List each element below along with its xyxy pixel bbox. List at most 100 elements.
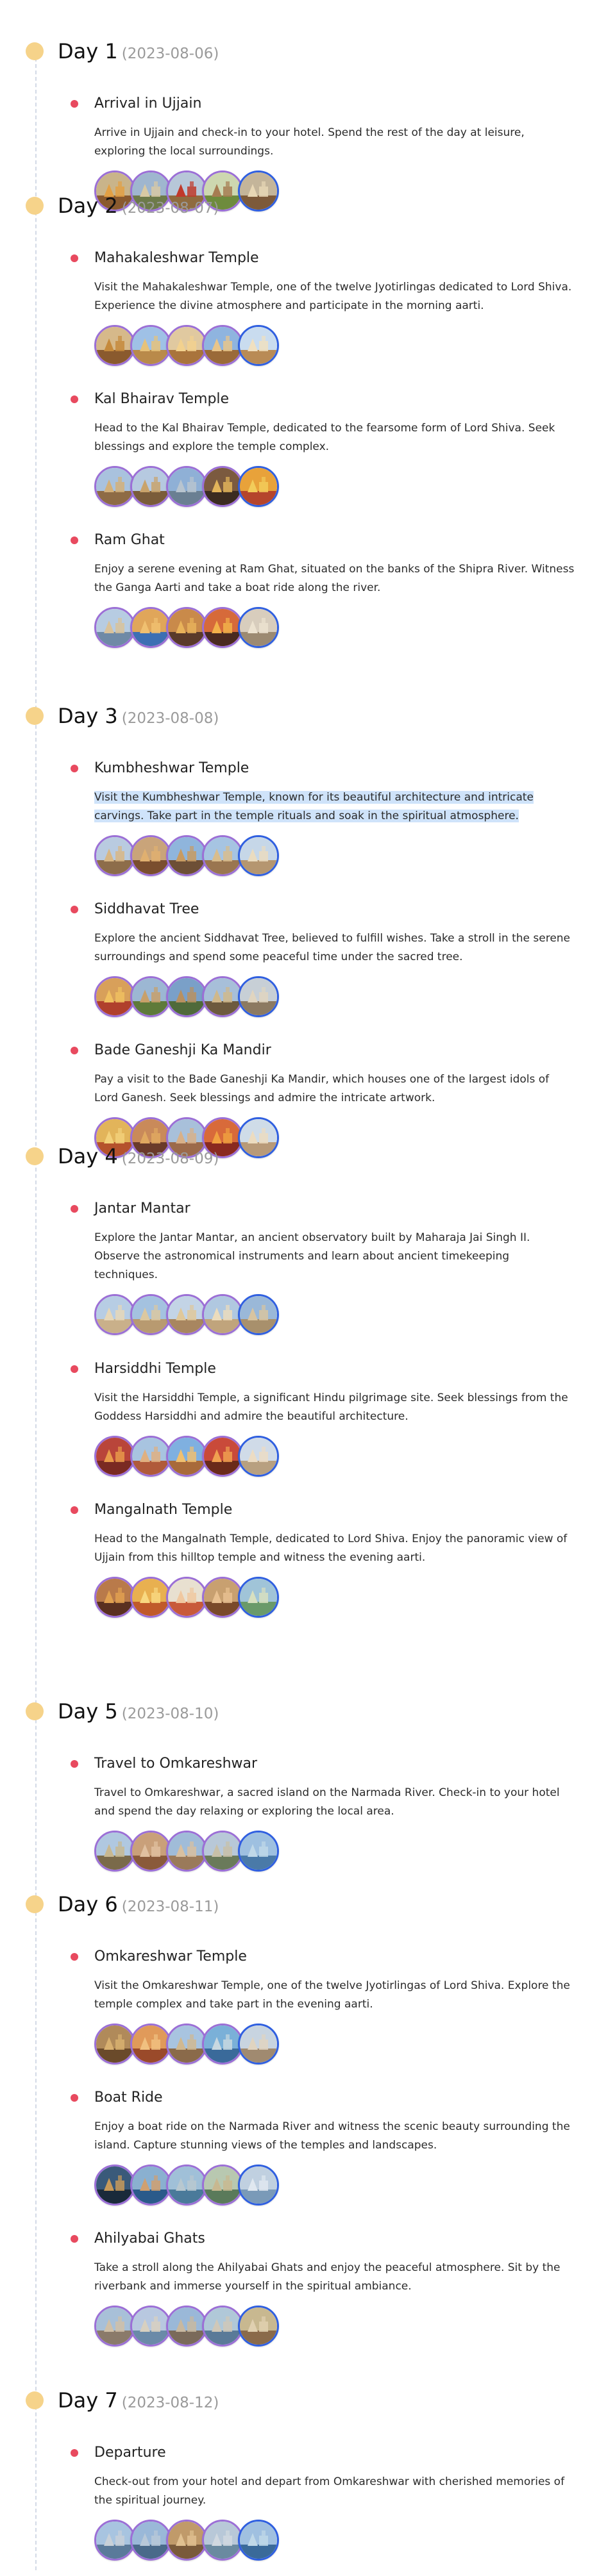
photo-thumbnail[interactable]: [130, 2023, 171, 2065]
photo-thumbnail[interactable]: [238, 835, 279, 876]
photo-thumbnail[interactable]: [94, 466, 135, 507]
activity-description: Visit the Mahakaleshwar Temple, one of t…: [94, 278, 575, 315]
photo-thumbnail[interactable]: [202, 835, 243, 876]
photo-thumbnail[interactable]: [202, 1294, 243, 1335]
photo-thumbnail[interactable]: [202, 1577, 243, 1618]
photo-thumbnail[interactable]: [94, 2023, 135, 2065]
photo-thumbnail[interactable]: [94, 2165, 135, 2206]
photo-thumbnail[interactable]: [202, 607, 243, 648]
activity-title: Siddhavat Tree: [94, 901, 199, 917]
photo-gallery: [94, 2520, 351, 2563]
photo-thumbnail[interactable]: [94, 1294, 135, 1335]
photo-thumbnail[interactable]: [166, 976, 207, 1017]
photo-thumbnail[interactable]: [238, 2165, 279, 2206]
activity-title: Mahakaleshwar Temple: [94, 250, 259, 266]
photo-thumbnail[interactable]: [238, 976, 279, 1017]
photo-thumbnail[interactable]: [166, 2520, 207, 2561]
photo-thumbnail[interactable]: [94, 607, 135, 648]
day-marker-dot: [26, 1895, 44, 1913]
day-header: Day 7 (2023-08-12): [58, 2384, 219, 2416]
photo-thumbnail[interactable]: [130, 325, 171, 366]
photo-thumbnail[interactable]: [238, 1117, 279, 1158]
activity-description: Explore the Jantar Mantar, an ancient ob…: [94, 1229, 575, 1284]
photo-thumbnail[interactable]: [166, 1436, 207, 1477]
photo-thumbnail[interactable]: [238, 1831, 279, 1872]
activity-description-text: Pay a visit to the Bade Ganeshji Ka Mand…: [94, 1073, 550, 1104]
activity-marker-dot: [71, 2235, 78, 2243]
itinerary-timeline: Day 1 (2023-08-06) Arrival in Ujjain Arrive…: [0, 0, 599, 2576]
photo-thumbnail[interactable]: [94, 976, 135, 1017]
photo-thumbnail[interactable]: [130, 835, 171, 876]
photo-thumbnail[interactable]: [94, 1577, 135, 1618]
photo-thumbnail[interactable]: [238, 170, 279, 212]
photo-thumbnail[interactable]: [238, 1436, 279, 1477]
photo-thumbnail[interactable]: [202, 1436, 243, 1477]
activity-title: Arrival in Ujjain: [94, 96, 202, 112]
photo-thumbnail[interactable]: [130, 2520, 171, 2561]
photo-thumbnail[interactable]: [94, 325, 135, 366]
photo-thumbnail[interactable]: [202, 2165, 243, 2206]
photo-thumbnail[interactable]: [94, 2520, 135, 2561]
activity-marker-dot: [71, 2094, 78, 2102]
photo-thumbnail[interactable]: [202, 325, 243, 366]
photo-thumbnail[interactable]: [202, 976, 243, 1017]
activity-description: Enjoy a boat ride on the Narmada River a…: [94, 2118, 575, 2155]
photo-thumbnail[interactable]: [238, 607, 279, 648]
day-marker-dot: [26, 1147, 44, 1165]
photo-thumbnail[interactable]: [238, 2023, 279, 2065]
photo-thumbnail[interactable]: [166, 2306, 207, 2347]
photo-thumbnail[interactable]: [166, 1831, 207, 1872]
photo-thumbnail[interactable]: [238, 2520, 279, 2561]
photo-thumbnail[interactable]: [130, 2306, 171, 2347]
activity-marker-dot: [71, 2449, 78, 2457]
photo-thumbnail[interactable]: [166, 1577, 207, 1618]
photo-thumbnail[interactable]: [202, 2520, 243, 2561]
photo-thumbnail[interactable]: [94, 835, 135, 876]
day-header: Day 2 (2023-08-07): [58, 190, 219, 222]
day-marker-dot: [26, 707, 44, 725]
photo-thumbnail[interactable]: [238, 1294, 279, 1335]
day-title: Day 4: [58, 1144, 118, 1168]
photo-thumbnail[interactable]: [166, 2165, 207, 2206]
photo-thumbnail[interactable]: [94, 1436, 135, 1477]
activity-marker-dot: [71, 100, 78, 108]
photo-thumbnail[interactable]: [238, 325, 279, 366]
photo-thumbnail[interactable]: [166, 835, 207, 876]
activity-title: Boat Ride: [94, 2090, 163, 2106]
photo-gallery: [94, 2165, 351, 2208]
photo-thumbnail[interactable]: [130, 1577, 171, 1618]
photo-gallery: [94, 1436, 351, 1479]
photo-thumbnail[interactable]: [166, 2023, 207, 2065]
activity-title: Travel to Omkareshwar: [94, 1756, 258, 1772]
day-marker-dot: [26, 42, 44, 60]
day-date: (2023-08-06): [121, 46, 219, 62]
photo-thumbnail[interactable]: [202, 1831, 243, 1872]
photo-thumbnail[interactable]: [94, 2306, 135, 2347]
photo-thumbnail[interactable]: [166, 325, 207, 366]
photo-thumbnail[interactable]: [202, 466, 243, 507]
photo-gallery: [94, 2023, 351, 2067]
photo-thumbnail[interactable]: [130, 466, 171, 507]
photo-thumbnail[interactable]: [130, 1436, 171, 1477]
photo-gallery: [94, 466, 351, 510]
photo-thumbnail[interactable]: [130, 1294, 171, 1335]
photo-thumbnail[interactable]: [130, 607, 171, 648]
photo-thumbnail[interactable]: [130, 976, 171, 1017]
photo-thumbnail[interactable]: [202, 2306, 243, 2347]
photo-thumbnail[interactable]: [238, 466, 279, 507]
photo-thumbnail[interactable]: [94, 1831, 135, 1872]
photo-thumbnail[interactable]: [166, 466, 207, 507]
photo-thumbnail[interactable]: [166, 607, 207, 648]
activity-marker-dot: [71, 765, 78, 772]
photo-thumbnail[interactable]: [166, 1294, 207, 1335]
activity-marker-dot: [71, 1760, 78, 1768]
photo-thumbnail[interactable]: [130, 2165, 171, 2206]
activity-description: Arrive in Ujjain and check-in to your ho…: [94, 124, 575, 161]
activity-title: Omkareshwar Temple: [94, 1949, 247, 1965]
photo-thumbnail[interactable]: [130, 1831, 171, 1872]
day-date: (2023-08-09): [121, 1151, 219, 1167]
activity-marker-dot: [71, 395, 78, 403]
photo-thumbnail[interactable]: [238, 2306, 279, 2347]
photo-thumbnail[interactable]: [238, 1577, 279, 1618]
photo-thumbnail[interactable]: [202, 2023, 243, 2065]
